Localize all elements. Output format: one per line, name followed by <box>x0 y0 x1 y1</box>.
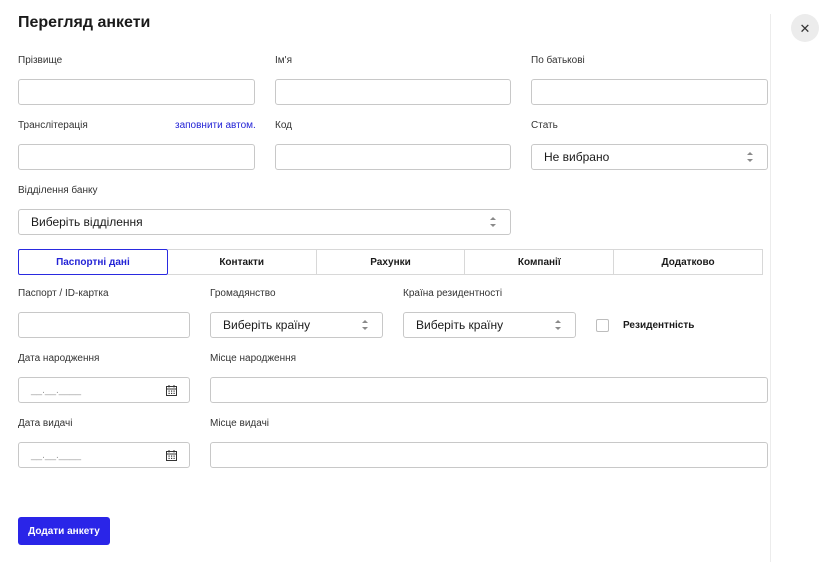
gender-select[interactable]: Не вибрано <box>531 144 768 170</box>
passport-id-input[interactable] <box>18 312 190 338</box>
birth-place-label: Місце народження <box>210 353 297 364</box>
select-arrows-icon <box>747 152 753 162</box>
citizenship-select[interactable]: Виберіть країну <box>210 312 383 338</box>
branch-select-value: Виберіть відділення <box>31 215 143 229</box>
birth-place-input[interactable] <box>210 377 768 403</box>
calendar-icon[interactable] <box>166 450 177 461</box>
code-input[interactable] <box>275 144 511 170</box>
name-input[interactable] <box>275 79 511 105</box>
tab-accounts[interactable]: Рахунки <box>316 249 466 275</box>
residence-country-label: Країна резидентності <box>403 288 503 299</box>
issue-place-label: Місце видачі <box>210 418 270 429</box>
branch-label: Відділення банку <box>18 185 98 196</box>
residence-country-select-value: Виберіть країну <box>416 318 504 332</box>
panel-divider <box>770 14 771 562</box>
passport-id-label: Паспорт / ID-картка <box>18 288 109 299</box>
code-label: Код <box>275 120 293 131</box>
residency-label: Резидентність <box>623 320 695 331</box>
transliteration-input[interactable] <box>18 144 255 170</box>
birth-date-input[interactable]: __.__.____ <box>18 377 190 403</box>
autofill-link[interactable]: заповнити автом. <box>175 120 256 131</box>
select-arrows-icon <box>555 320 561 330</box>
transliteration-label: Транслітерація <box>18 120 88 131</box>
issue-date-label: Дата видачі <box>18 418 73 429</box>
add-form-button[interactable]: Додати анкету <box>18 517 110 545</box>
page-title: Перегляд анкети <box>18 14 151 31</box>
select-arrows-icon <box>362 320 368 330</box>
tab-additional[interactable]: Додатково <box>614 249 763 275</box>
gender-select-value: Не вибрано <box>544 150 610 164</box>
calendar-icon[interactable] <box>166 385 177 396</box>
citizenship-select-value: Виберіть країну <box>223 318 311 332</box>
issue-date-placeholder: __.__.____ <box>31 449 82 461</box>
birth-date-placeholder: __.__.____ <box>31 384 82 396</box>
select-arrows-icon <box>490 217 496 227</box>
citizenship-label: Громадянство <box>210 288 276 299</box>
surname-label: Прізвище <box>18 55 63 66</box>
gender-label: Стать <box>531 120 558 131</box>
residence-country-select[interactable]: Виберіть країну <box>403 312 576 338</box>
patronymic-input[interactable] <box>531 79 768 105</box>
branch-select[interactable]: Виберіть відділення <box>18 209 511 235</box>
name-label: Ім'я <box>275 55 292 66</box>
surname-input[interactable] <box>18 79 255 105</box>
issue-date-input[interactable]: __.__.____ <box>18 442 190 468</box>
tab-passport-data[interactable]: Паспортні дані <box>18 249 168 275</box>
residency-checkbox[interactable] <box>596 319 609 332</box>
birth-date-label: Дата народження <box>18 353 100 364</box>
close-button[interactable]: ✕ <box>791 14 819 42</box>
patronymic-label: По батькові <box>531 55 585 66</box>
issue-place-input[interactable] <box>210 442 768 468</box>
tab-contacts[interactable]: Контакти <box>167 249 317 275</box>
tab-bar: Паспортні дані Контакти Рахунки Компанії… <box>18 249 763 275</box>
close-icon: ✕ <box>799 20 811 36</box>
tab-companies[interactable]: Компанії <box>465 249 615 275</box>
